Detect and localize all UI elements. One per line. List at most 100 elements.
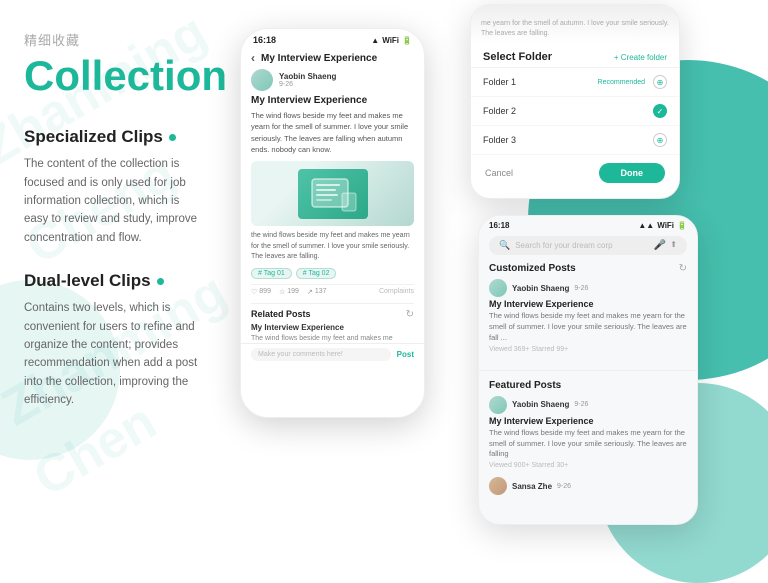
- related-title: Related Posts: [251, 309, 311, 319]
- complaints-text[interactable]: Complaints: [379, 288, 414, 295]
- author-date: 9-26: [279, 81, 336, 88]
- folder3-name: Folder 3: [483, 135, 516, 145]
- post2-author: Yaobin Shaeng 9-26: [489, 396, 687, 414]
- post1-title: My Interview Experience: [489, 299, 687, 309]
- folder2-name: Folder 2: [483, 106, 516, 116]
- post2-item: Yaobin Shaeng 9-26 My Interview Experien…: [489, 396, 687, 470]
- tag1[interactable]: # Tag 01: [251, 268, 292, 279]
- article-actions: ♡ 899 ☆ 199 ↗ 137 Complaints: [251, 284, 414, 299]
- post2-title: My Interview Experience: [489, 416, 687, 426]
- article-text2: the wind flows beside my feet and makes …: [251, 231, 414, 263]
- phone1-mockup: 16:18 ▲ WiFi 🔋 ‹ My Interview Experience…: [240, 28, 425, 418]
- section-divider: [479, 370, 697, 371]
- article-title: My Interview Experience: [251, 95, 414, 106]
- folder1-row[interactable]: Folder 1 Recommended ⊕: [471, 68, 679, 97]
- folder2-check: ✓: [653, 104, 667, 118]
- search-action-icons: 🎤 ⬆: [654, 240, 677, 251]
- mic-icon[interactable]: 🎤: [654, 240, 666, 251]
- featured-posts-section: Featured Posts Yaobin Shaeng 9-26 My Int…: [479, 376, 697, 508]
- section1-title: Specialized Clips: [24, 127, 206, 147]
- phone1-statusbar: 16:18 ▲ WiFi 🔋: [241, 29, 424, 47]
- post1-item: Yaobin Shaeng 9-26 My Interview Experien…: [489, 279, 687, 353]
- post1-author-name: Yaobin Shaeng: [512, 284, 569, 293]
- upload-icon[interactable]: ⬆: [670, 240, 677, 251]
- likes-action[interactable]: ♡ 899: [251, 288, 271, 296]
- folder-select-footer: Cancel Done: [471, 155, 679, 189]
- article-image: [251, 161, 414, 226]
- customized-posts-title: Customized Posts: [489, 263, 576, 274]
- dot-teal-1: [169, 134, 176, 141]
- related-item-title: My Interview Experience: [251, 323, 414, 332]
- comment-input[interactable]: Make your comments here!: [251, 348, 391, 361]
- create-folder-button[interactable]: + Create folder: [614, 53, 667, 62]
- post2-text: The wind flows beside my feet and makes …: [489, 428, 687, 461]
- post1-date: 9-26: [574, 285, 588, 292]
- folder1-name: Folder 1: [483, 77, 516, 87]
- phone1-nav: ‹ My Interview Experience: [241, 47, 424, 69]
- shares-action[interactable]: ↗ 137: [307, 288, 327, 296]
- post-button[interactable]: Post: [397, 350, 414, 359]
- phone2-mockup: me yearn for the smell of autumn. I love…: [470, 4, 680, 199]
- post2-avatar: [489, 396, 507, 414]
- post2-author-name: Yaobin Shaeng: [512, 400, 569, 409]
- post3-avatar: [489, 477, 507, 495]
- dot-teal-2: [157, 278, 164, 285]
- section2-title: Dual-level Clips: [24, 271, 206, 291]
- post3-date: 9-26: [557, 483, 571, 490]
- tag2[interactable]: # Tag 02: [296, 268, 337, 279]
- recommended-badge: Recommended: [598, 79, 645, 86]
- status-icons: ▲ WiFi 🔋: [371, 36, 412, 45]
- folder-select-title: Select Folder: [483, 51, 552, 63]
- article-text: The wind flows beside my feet and makes …: [251, 110, 414, 155]
- search-placeholder-text: Search for your dream corp: [515, 241, 649, 250]
- customized-refresh-icon[interactable]: ↻: [679, 263, 687, 274]
- post1-text: The wind flows beside my feet and makes …: [489, 311, 687, 344]
- post1-author: Yaobin Shaeng 9-26: [489, 279, 687, 297]
- section1-desc: The content of the collection is focused…: [24, 155, 206, 247]
- main-title: Collection: [24, 53, 206, 99]
- folder1-right: Recommended ⊕: [598, 75, 667, 89]
- post1-stats: Viewed 369+ Starred 99+: [489, 346, 687, 353]
- phone3-status-icons: ▲▲ WiFi 🔋: [638, 221, 687, 230]
- folder-select-header: Select Folder + Create folder: [471, 43, 679, 68]
- chinese-title: 精细收藏: [24, 30, 206, 49]
- book-illustration: [308, 175, 358, 213]
- search-bar[interactable]: 🔍 Search for your dream corp 🎤 ⬆: [489, 236, 687, 255]
- folder2-row[interactable]: Folder 2 ✓: [471, 97, 679, 126]
- back-arrow-icon[interactable]: ‹: [251, 51, 255, 65]
- featured-posts-header: Featured Posts: [489, 380, 687, 391]
- phone1-article: Yaobin Shaeng 9-26 My Interview Experien…: [241, 69, 424, 343]
- stars-action[interactable]: ☆ 199: [279, 288, 299, 296]
- post2-stats: Viewed 900+ Starred 30+: [489, 462, 687, 469]
- comment-bar: Make your comments here! Post: [241, 343, 424, 365]
- refresh-icon[interactable]: ↻: [406, 309, 414, 320]
- article-tags: # Tag 01 # Tag 02: [251, 268, 414, 279]
- folder3-check: ⊕: [653, 133, 667, 147]
- post3-item: Sansa Zhe 9-26: [489, 477, 687, 495]
- post1-avatar: [489, 279, 507, 297]
- phone2-blur-text: me yearn for the smell of autumn. I love…: [481, 19, 669, 39]
- featured-posts-title: Featured Posts: [489, 380, 561, 391]
- phone3-mockup: 16:18 ▲▲ WiFi 🔋 🔍 Search for your dream …: [478, 215, 698, 525]
- related-item-text: The wind flows beside my feet and makes …: [251, 334, 414, 344]
- customized-posts-section: Customized Posts ↻ Yaobin Shaeng 9-26 My…: [479, 259, 697, 365]
- folder1-check: ⊕: [653, 75, 667, 89]
- done-button[interactable]: Done: [599, 163, 666, 183]
- phones-area: 16:18 ▲ WiFi 🔋 ‹ My Interview Experience…: [220, 0, 768, 543]
- phone2-blur-top: me yearn for the smell of autumn. I love…: [471, 5, 679, 43]
- post3-author: Sansa Zhe 9-26: [489, 477, 687, 495]
- article-image-inner: [298, 169, 368, 219]
- related-posts: Related Posts ↻ My Interview Experience …: [251, 303, 414, 344]
- post3-author-name: Sansa Zhe: [512, 482, 552, 491]
- author-name: Yaobin Shaeng: [279, 72, 336, 81]
- folder3-row[interactable]: Folder 3 ⊕: [471, 126, 679, 155]
- cancel-button[interactable]: Cancel: [485, 168, 513, 178]
- customized-posts-header: Customized Posts ↻: [489, 263, 687, 274]
- search-icon: 🔍: [499, 240, 510, 251]
- left-panel: 精细收藏 Collection Specialized Clips The co…: [0, 0, 230, 543]
- author-avatar: [251, 69, 273, 91]
- section2-desc: Contains two levels, which is convenient…: [24, 299, 206, 409]
- post2-date: 9-26: [574, 401, 588, 408]
- related-header: Related Posts ↻: [251, 309, 414, 320]
- phone1-author: Yaobin Shaeng 9-26: [251, 69, 414, 91]
